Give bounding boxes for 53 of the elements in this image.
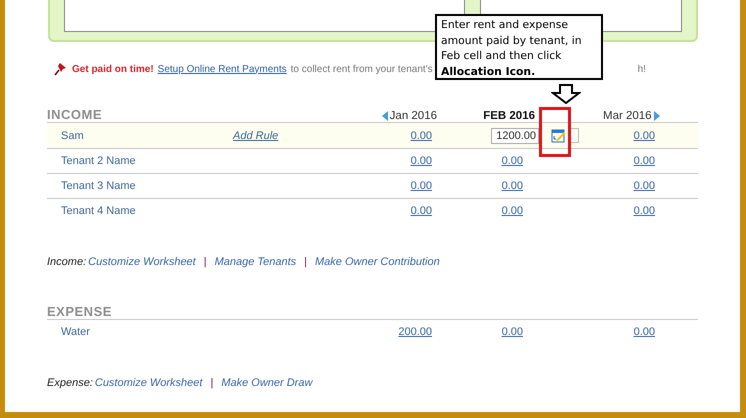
- amount-link[interactable]: 0.00: [502, 155, 523, 167]
- month-header[interactable]: Jan 2016: [382, 110, 437, 122]
- setup-payments-link[interactable]: Setup Online Rent Payments: [158, 64, 287, 74]
- footer-label: Income:: [47, 256, 86, 268]
- promo-text: h!: [638, 64, 646, 74]
- table-row[interactable]: Tenant 2 Name 0.00 0.00 0.00: [47, 148, 698, 173]
- separator: |: [304, 256, 307, 268]
- tenant-name: Tenant 3 Name: [61, 180, 136, 192]
- amount-link[interactable]: 200.00: [398, 326, 432, 338]
- instruction-callout: Enter rent and expense amount paid by tenant, in Feb cell and then click Allocation Icon.: [435, 14, 603, 80]
- section-heading: INCOME: [47, 107, 103, 122]
- footer-link[interactable]: Make Owner Contribution: [315, 256, 440, 268]
- month-header[interactable]: FEB 2016: [483, 110, 535, 122]
- table-row[interactable]: Sam Add Rule 0.00 1200.00 0.00: [47, 122, 698, 148]
- amount-input[interactable]: 1200.00: [491, 128, 539, 144]
- down-arrow: [551, 84, 581, 104]
- table-row[interactable]: Tenant 3 Name 0.00 0.00 0.00: [47, 173, 698, 198]
- separator: |: [210, 377, 214, 389]
- footer-link[interactable]: Manage Tenants: [214, 256, 296, 268]
- amount-link[interactable]: 0.00: [502, 205, 523, 217]
- pushpin-icon: [54, 62, 68, 76]
- amount-link[interactable]: 0.00: [410, 180, 432, 192]
- amount-link[interactable]: 0.00: [634, 205, 655, 217]
- amount-link[interactable]: 0.00: [634, 326, 655, 338]
- small-box[interactable]: [569, 128, 579, 143]
- section-heading: EXPENSE: [47, 304, 113, 319]
- separator: |: [204, 256, 207, 268]
- amount-link[interactable]: 0.00: [410, 155, 432, 167]
- tenant-name: Tenant 4 Name: [61, 205, 136, 217]
- calendar-pencil-icon[interactable]: [551, 128, 566, 143]
- tenant-name: Tenant 2 Name: [61, 155, 136, 167]
- promo-text: to collect rent from your tenant's: [290, 64, 433, 74]
- table-row[interactable]: Tenant 4 Name 0.00 0.00 0.00: [47, 198, 698, 223]
- amount-link[interactable]: 0.00: [634, 130, 655, 142]
- table-row[interactable]: Water 200.00 0.00 0.00: [47, 319, 698, 344]
- footer-label: Expense:: [47, 377, 93, 389]
- amount-link[interactable]: 0.00: [410, 205, 432, 217]
- tenant-name: Water: [61, 326, 90, 338]
- highlight-frame: [539, 107, 571, 157]
- footer-link[interactable]: Customize Worksheet: [88, 256, 196, 268]
- tenant-name: Sam: [61, 130, 84, 142]
- amount-link[interactable]: 0.00: [634, 155, 655, 167]
- footer-link[interactable]: Customize Worksheet: [94, 377, 202, 389]
- add-rule-link[interactable]: Add Rule: [233, 130, 278, 142]
- amount-link[interactable]: 0.00: [410, 130, 432, 142]
- promo-headline: Get paid on time!: [72, 64, 154, 74]
- previous-icon[interactable]: [382, 111, 388, 121]
- next-icon[interactable]: [654, 111, 660, 121]
- amount-link[interactable]: 0.00: [502, 180, 523, 192]
- amount-link[interactable]: 0.00: [502, 326, 523, 338]
- amount-link[interactable]: 0.00: [634, 180, 655, 192]
- footer-link[interactable]: Make Owner Draw: [221, 377, 312, 389]
- month-header[interactable]: Mar 2016: [603, 110, 660, 122]
